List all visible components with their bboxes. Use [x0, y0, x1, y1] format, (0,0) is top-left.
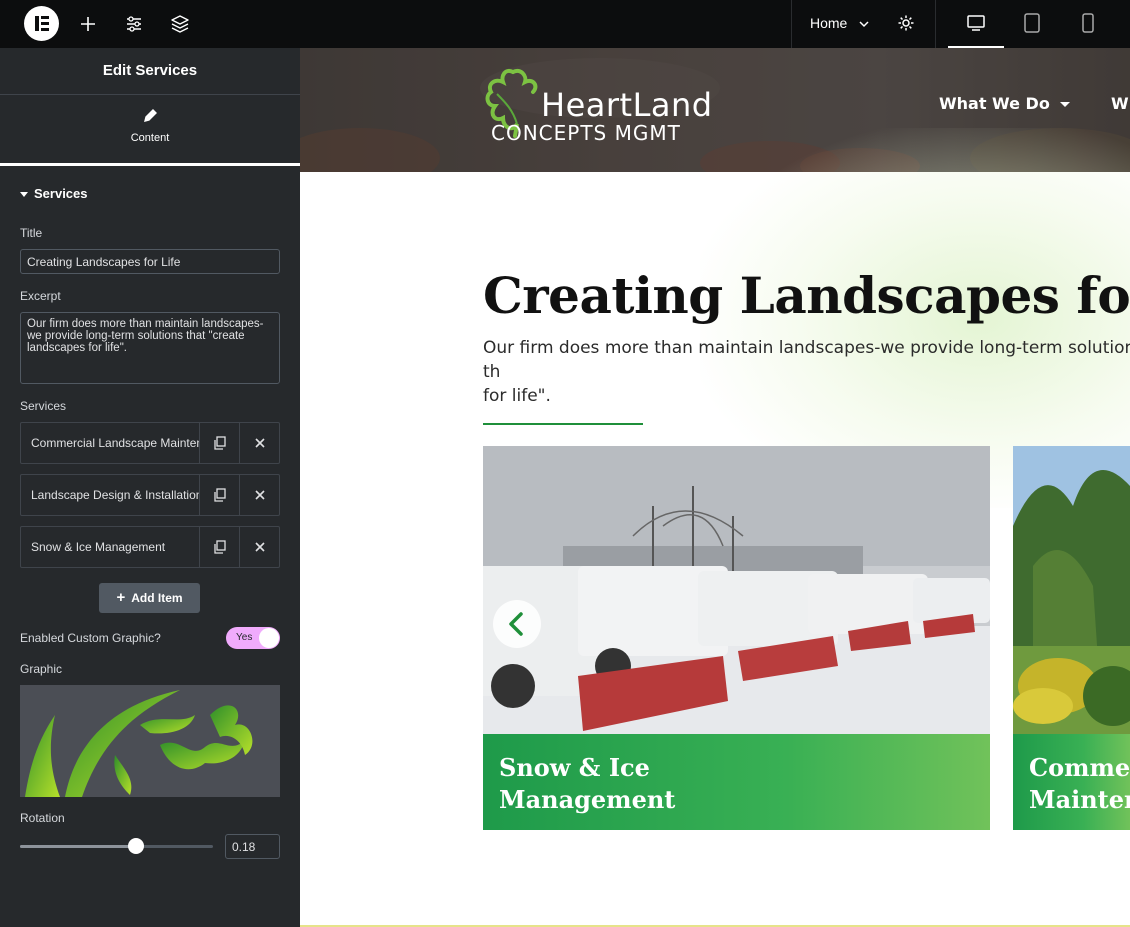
excerpt-line: for life".	[483, 386, 551, 406]
title-line: Management	[499, 785, 676, 814]
desktop-view-button[interactable]	[948, 0, 1004, 48]
toggle-value: Yes	[236, 632, 253, 643]
caret-down-icon	[20, 192, 28, 198]
nav-item-what-we-do[interactable]: What We Do	[939, 94, 1070, 113]
slider-handle[interactable]	[127, 838, 144, 854]
graphic-preview[interactable]	[20, 685, 280, 797]
commercial-landscape-image	[1013, 446, 1130, 734]
site-settings-icon[interactable]	[123, 13, 145, 35]
duplicate-icon[interactable]	[199, 527, 239, 567]
page-selector[interactable]: Home	[791, 0, 936, 48]
custom-graphic-toggle[interactable]: Yes	[226, 627, 280, 649]
title-input[interactable]: Creating Landscapes for Life	[20, 249, 280, 274]
editor-topbar: Home	[0, 0, 1130, 48]
mobile-icon	[1082, 13, 1094, 33]
repeater-item-title: Commercial Landscape Maintenance	[31, 436, 199, 450]
pencil-icon	[144, 109, 157, 122]
service-card-title: Commer Maintena	[1029, 752, 1130, 816]
tab-content[interactable]: Content	[0, 108, 300, 166]
title-line: Maintena	[1029, 785, 1130, 814]
page-settings-gear-icon[interactable]	[896, 13, 916, 38]
excerpt-textarea[interactable]: Our firm does more than maintain landsca…	[20, 312, 280, 384]
remove-icon[interactable]	[239, 527, 279, 567]
custom-graphic-label: Enabled Custom Graphic?	[20, 631, 161, 645]
excerpt-label: Excerpt	[20, 289, 61, 303]
panel-title: Edit Services	[0, 48, 300, 95]
editor-panel: Edit Services Content Services Title Cre…	[0, 48, 300, 927]
elementor-logo-icon[interactable]	[24, 6, 59, 41]
heading-divider	[483, 423, 643, 425]
duplicate-icon[interactable]	[199, 423, 239, 463]
rotation-slider[interactable]	[20, 838, 213, 854]
add-item-button[interactable]: + Add Item	[99, 583, 200, 613]
excerpt-line: Our firm does more than maintain landsca…	[483, 338, 1130, 382]
brand-name: HeartLand	[541, 86, 713, 124]
repeater-item[interactable]: Landscape Design & Installation	[20, 474, 280, 516]
desktop-icon	[967, 15, 985, 31]
caret-down-icon	[1059, 102, 1070, 107]
repeater-item[interactable]: Snow & Ice Management	[20, 526, 280, 568]
chevron-down-icon	[858, 17, 870, 35]
add-item-label: Add Item	[131, 591, 183, 605]
carousel-prev-button[interactable]	[493, 600, 541, 648]
duplicate-icon[interactable]	[199, 475, 239, 515]
toggle-knob	[259, 628, 279, 648]
service-card-caption: Commer Maintena	[1013, 734, 1130, 830]
nav-item[interactable]: W	[1111, 94, 1129, 113]
title-line: Snow & Ice	[499, 753, 650, 782]
plus-icon: +	[116, 589, 126, 606]
section-services-label: Services	[34, 186, 88, 201]
page-selector-label: Home	[810, 15, 848, 31]
remove-icon[interactable]	[239, 423, 279, 463]
title-label: Title	[20, 226, 43, 240]
repeater-item[interactable]: Commercial Landscape Maintenance	[20, 422, 280, 464]
title-line: Commer	[1029, 753, 1130, 782]
leaf-graphic-image	[25, 690, 253, 797]
add-element-icon[interactable]	[77, 13, 99, 35]
tablet-icon	[1024, 13, 1040, 33]
mobile-view-button[interactable]	[1060, 0, 1116, 48]
brand-logo[interactable]: HeartLand CONCEPTS MGMT	[483, 68, 713, 148]
structure-layers-icon[interactable]	[169, 13, 191, 35]
service-card-caption: Snow & Ice Management	[483, 734, 990, 830]
graphic-label: Graphic	[20, 662, 63, 676]
tablet-view-button[interactable]	[1004, 0, 1060, 48]
section-excerpt: Our firm does more than maintain landsca…	[483, 336, 1130, 408]
rotation-input[interactable]: 0.18	[225, 834, 280, 859]
snow-plow-trucks-image	[483, 446, 990, 734]
services-label: Services	[20, 399, 67, 413]
repeater-item-title: Landscape Design & Installation	[31, 488, 199, 502]
section-heading: Creating Landscapes for Life	[483, 266, 1130, 325]
chevron-left-icon	[509, 612, 523, 636]
service-card[interactable]: Snow & Ice Management	[483, 446, 990, 830]
slider-fill	[20, 845, 136, 848]
rotation-label: Rotation	[20, 811, 65, 825]
section-services-toggle[interactable]: Services	[20, 186, 88, 201]
tab-content-label: Content	[130, 132, 170, 144]
nav-item-label: What We Do	[939, 94, 1050, 113]
remove-icon[interactable]	[239, 475, 279, 515]
brand-subtitle: CONCEPTS MGMT	[491, 121, 681, 145]
page-preview: HeartLand CONCEPTS MGMT What We Do W Cre…	[300, 48, 1130, 927]
repeater-item-title: Snow & Ice Management	[31, 540, 166, 554]
service-card-title: Snow & Ice Management	[499, 752, 675, 816]
service-card[interactable]: Commer Maintena	[1013, 446, 1130, 830]
